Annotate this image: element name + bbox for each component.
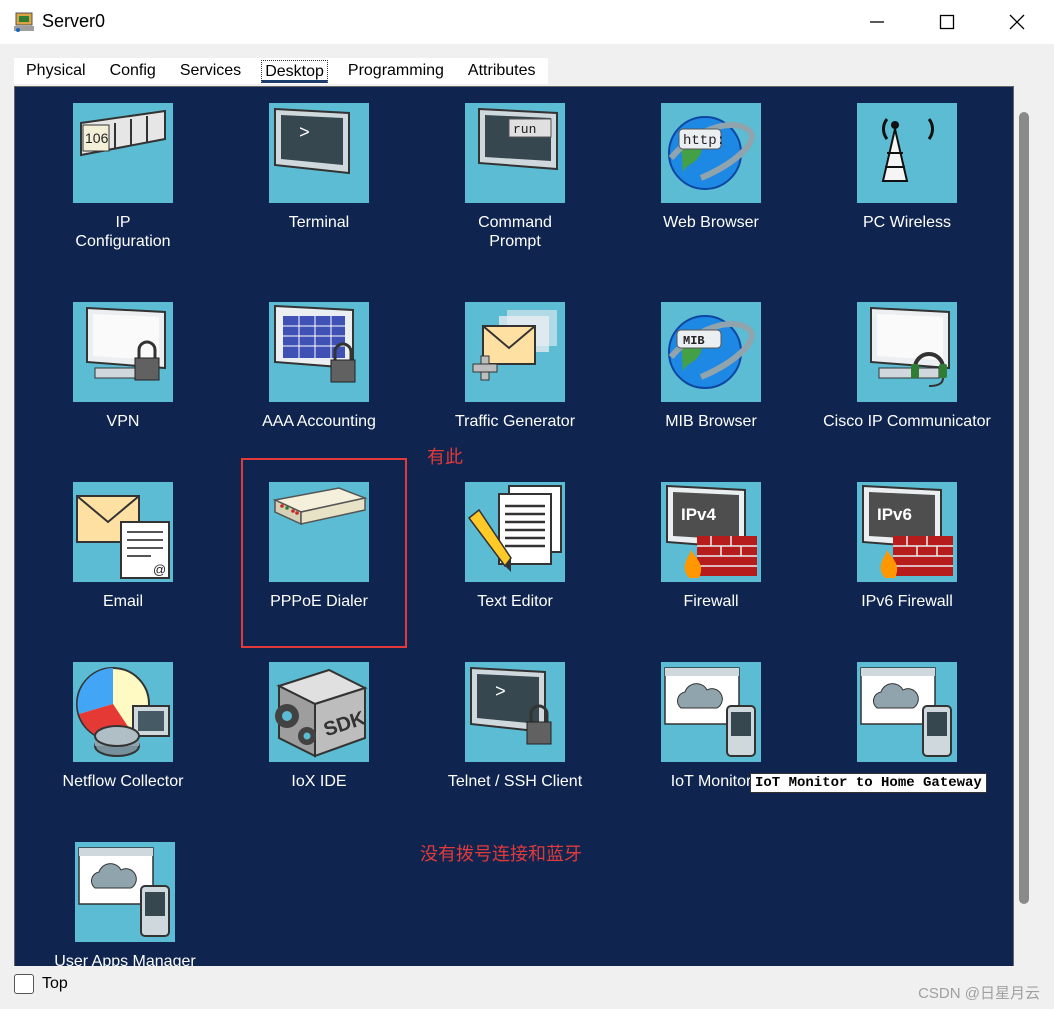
app-label: Terminal (288, 214, 350, 231)
at-sign-text: @ (153, 562, 166, 577)
terminal-icon: > (269, 103, 369, 203)
app-ip-configuration[interactable]: 106 IP Configuration (25, 103, 221, 251)
maximize-icon (939, 14, 955, 30)
tooltip: IoT Monitor to Home Gateway (750, 773, 987, 793)
maximize-button[interactable] (924, 6, 970, 38)
app-email[interactable]: @ Email (25, 482, 221, 611)
app-telnet-ssh-client[interactable]: > Telnet / SSH Client (417, 662, 613, 791)
mib-icon-text: MIB (683, 334, 705, 348)
mib-browser-icon: MIB (661, 302, 761, 402)
wireless-tower-icon (857, 103, 957, 203)
command-prompt-icon: run (465, 103, 565, 203)
scrollbar-thumb[interactable] (1019, 112, 1029, 904)
iot-monitor-icon (661, 662, 761, 762)
firewall-icon: IPv4 (661, 482, 761, 582)
app-label: IPv6 Firewall (861, 593, 953, 610)
text-editor-icon (465, 482, 565, 582)
app-pc-wireless[interactable]: PC Wireless (809, 103, 1005, 232)
app-iox-ide[interactable]: SDK IoX IDE (221, 662, 417, 791)
window-title: Server0 (42, 11, 106, 31)
app-label: IoX IDE (291, 773, 347, 790)
user-apps-icon (75, 842, 175, 942)
app-traffic-generator[interactable]: Traffic Generator (417, 302, 613, 431)
tab-desktop[interactable]: Desktop (261, 60, 328, 83)
app-vpn[interactable]: VPN (25, 302, 221, 431)
app-label: Command Prompt (478, 214, 552, 250)
aaa-accounting-icon (269, 302, 369, 402)
top-label: Top (42, 975, 68, 992)
tab-physical[interactable]: Physical (14, 58, 98, 84)
app-label: Email (102, 593, 143, 610)
app-label: Traffic Generator (454, 413, 576, 430)
server-window: Server0 Physical Config Services Desktop… (0, 0, 1054, 1009)
netflow-icon (73, 662, 173, 762)
minimize-icon (870, 21, 884, 23)
app-firewall[interactable]: IPv4 Firewall (613, 482, 809, 611)
app-cisco-ip-communicator[interactable]: Cisco IP Communicator (809, 302, 1005, 431)
close-button[interactable] (994, 6, 1040, 38)
highlight-box (241, 458, 407, 648)
traffic-generator-icon (465, 302, 565, 402)
http-icon-text: http: (683, 133, 725, 149)
ip-icon-text: 106 (85, 130, 109, 146)
vpn-lock-icon (73, 302, 173, 402)
sdk-icon: SDK (269, 662, 369, 762)
app-label: AAA Accounting (262, 413, 376, 430)
top-checkbox[interactable] (14, 974, 34, 994)
app-terminal[interactable]: > Terminal (221, 103, 417, 232)
app-aaa-accounting[interactable]: AAA Accounting (221, 302, 417, 431)
telnet-prompt-text: > (495, 683, 506, 703)
app-label: Telnet / SSH Client (447, 773, 583, 790)
bottom-bar: Top CSDN @日星月云 (0, 966, 1054, 1009)
app-label: Firewall (683, 593, 739, 610)
tab-config[interactable]: Config (98, 58, 168, 84)
tab-services[interactable]: Services (168, 58, 253, 84)
packet-tracer-icon (14, 12, 34, 32)
annotation-has-this: 有此 (427, 447, 463, 467)
app-label: VPN (106, 413, 140, 430)
title-bar[interactable]: Server0 (0, 0, 1054, 44)
app-mib-browser[interactable]: MIB MIB Browser (613, 302, 809, 431)
app-label: Netflow Collector (62, 773, 184, 790)
app-web-browser[interactable]: http: Web Browser (613, 103, 809, 232)
app-label: IP Configuration (75, 214, 171, 250)
tab-bar: Physical Config Services Desktop Program… (14, 58, 548, 84)
annotation-missing: 没有拨号连接和蓝牙 (420, 844, 582, 864)
app-label: Cisco IP Communicator (823, 413, 991, 430)
app-home-gateway-monitor[interactable] (809, 662, 1005, 772)
ip-config-icon: 106 (73, 103, 173, 203)
ipv6-firewall-icon: IPv6 (857, 482, 957, 582)
telnet-ssh-icon: > (465, 662, 565, 762)
run-icon-text: run (513, 122, 536, 137)
app-label: Text Editor (477, 593, 553, 610)
app-text-editor[interactable]: Text Editor (417, 482, 613, 611)
app-command-prompt[interactable]: run Command Prompt (417, 103, 613, 251)
minimize-button[interactable] (854, 6, 900, 38)
desktop-panel: 106 IP Configuration > Terminal run Comm… (14, 86, 1014, 968)
vertical-scrollbar[interactable] (1014, 86, 1036, 966)
close-icon (1009, 14, 1025, 30)
web-browser-icon: http: (661, 103, 761, 203)
app-netflow-collector[interactable]: Netflow Collector (25, 662, 221, 791)
tab-programming[interactable]: Programming (336, 58, 456, 84)
app-label: MIB Browser (665, 413, 757, 430)
tab-attributes[interactable]: Attributes (456, 58, 548, 84)
ipv6-icon-text: IPv6 (877, 505, 912, 524)
terminal-prompt-text: > (299, 124, 310, 144)
home-gateway-icon (857, 662, 957, 762)
app-ipv6-firewall[interactable]: IPv6 IPv6 Firewall (809, 482, 1005, 611)
watermark: CSDN @日星月云 (918, 985, 1040, 1002)
email-icon: @ (73, 482, 173, 582)
app-label: Web Browser (663, 214, 759, 231)
ipv4-icon-text: IPv4 (681, 505, 717, 524)
app-label: PC Wireless (862, 214, 951, 231)
ip-communicator-icon (857, 302, 957, 402)
app-iot-monitor[interactable]: IoT Monitor (613, 662, 809, 791)
app-user-apps-manager[interactable]: User Apps Manager (27, 842, 223, 967)
